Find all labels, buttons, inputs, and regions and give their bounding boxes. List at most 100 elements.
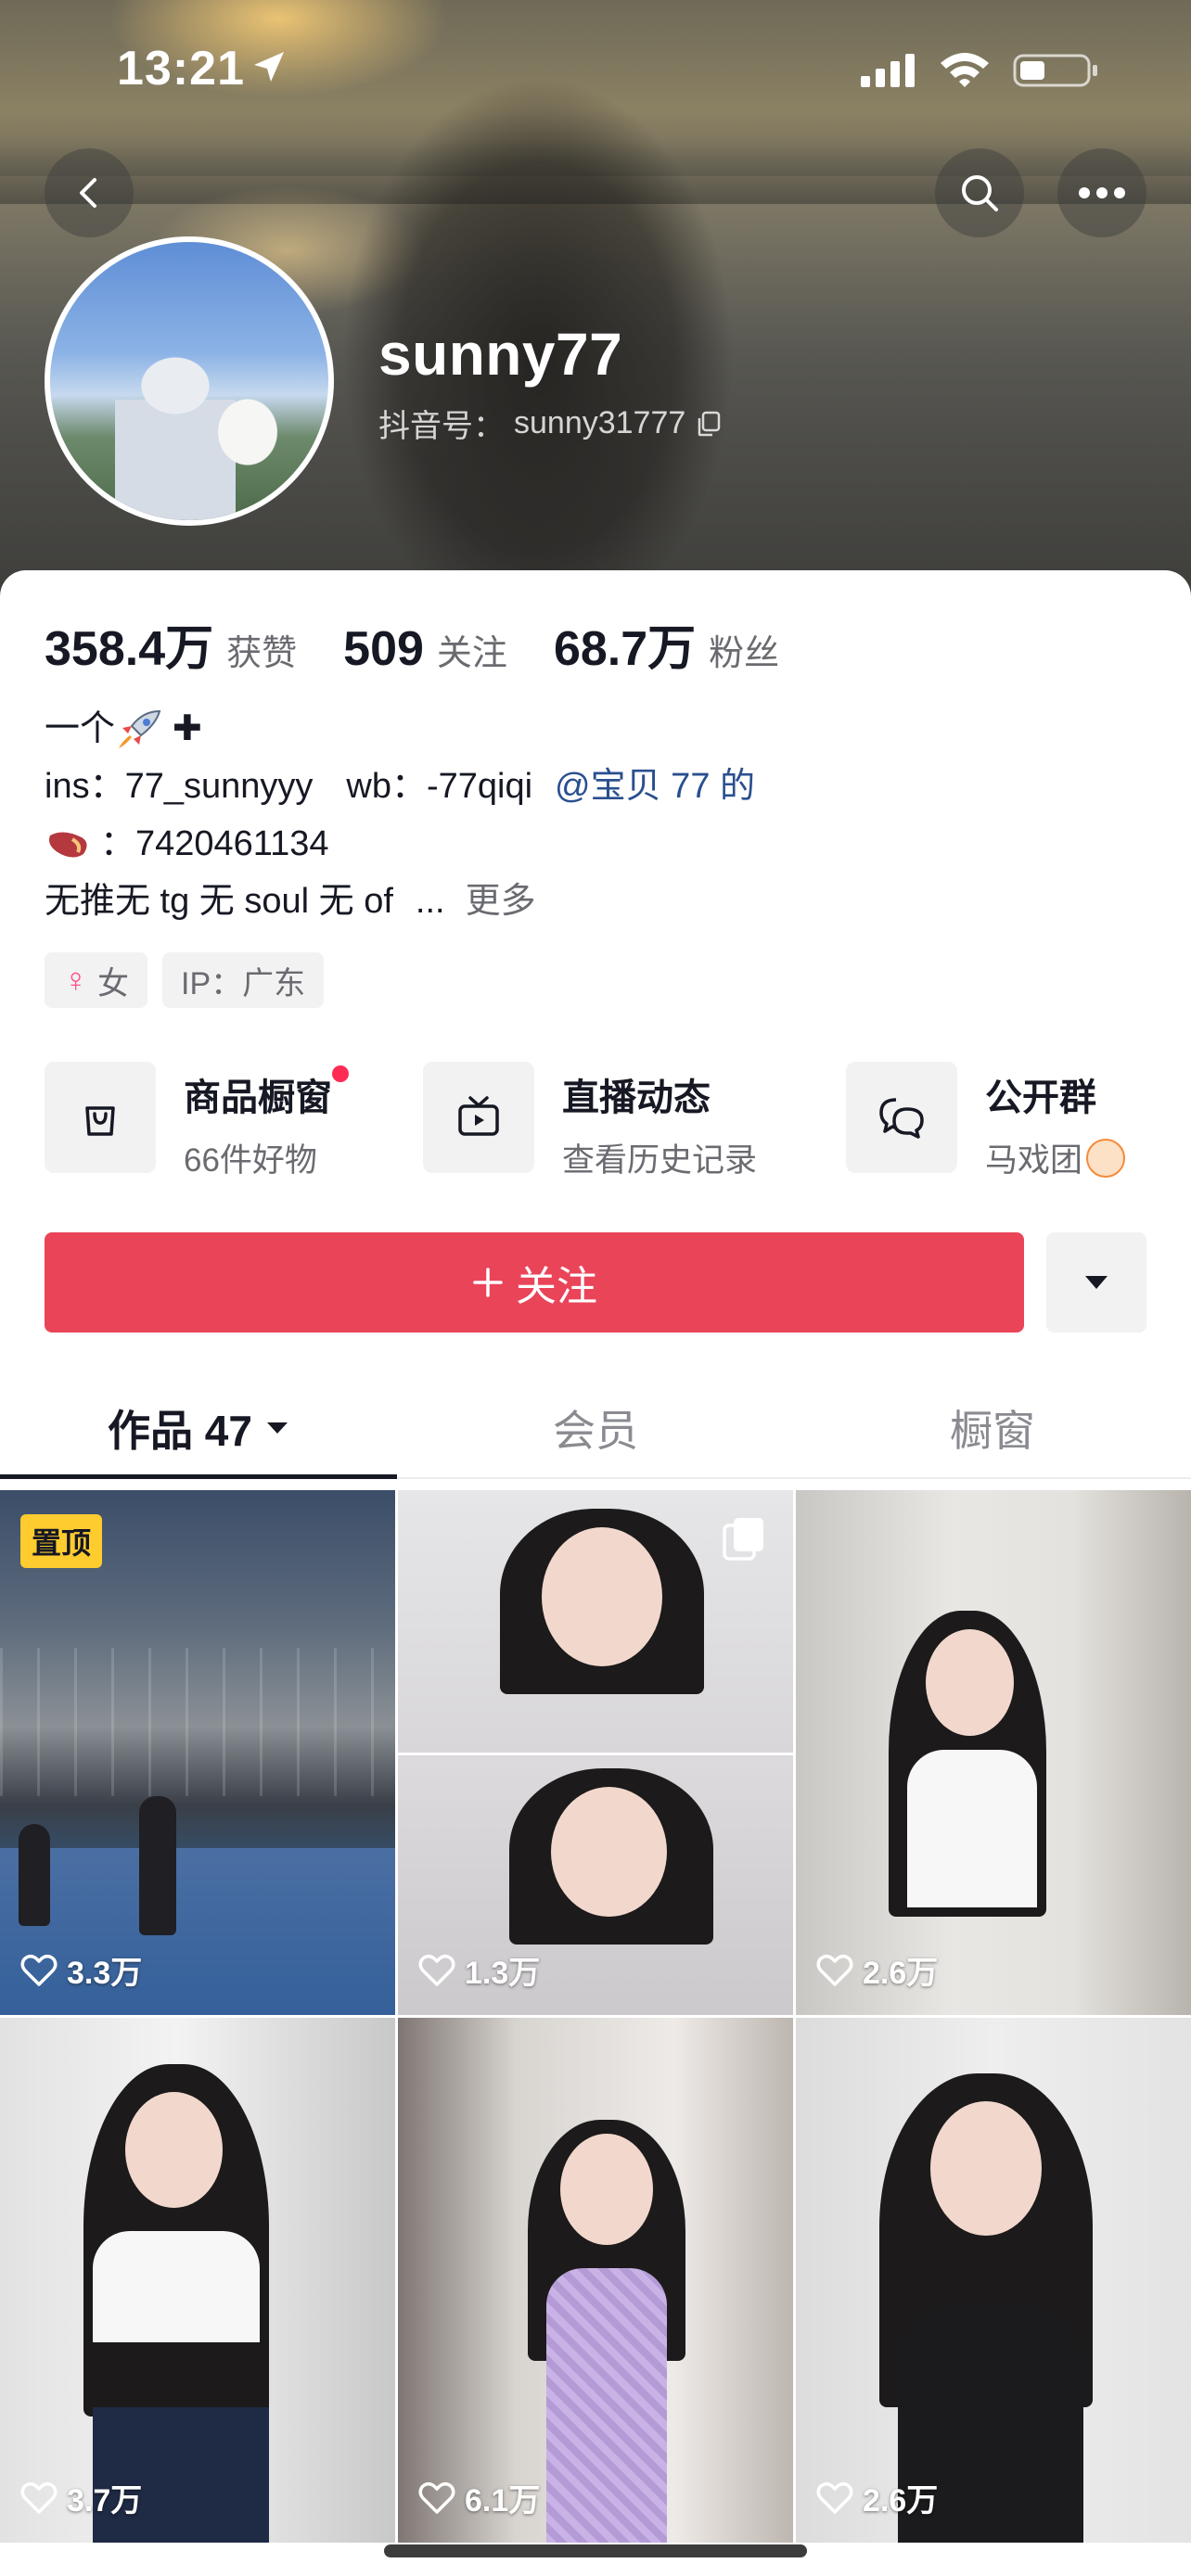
pinned-badge: 置顶 [20, 1514, 103, 1568]
post-thumbnail[interactable]: 1.3万 [398, 1490, 793, 2015]
stat-followers[interactable]: 68.7万 粉丝 [554, 609, 779, 679]
chat-bubbles-icon [879, 1098, 924, 1139]
player-figure [139, 1796, 176, 1935]
follow-button-label: 关注 [516, 1264, 597, 1309]
battery-icon [1013, 54, 1097, 87]
content-tabs: 作品 47 会员 橱窗 [0, 1377, 1191, 1479]
heart-icon [418, 2481, 455, 2514]
stat-following[interactable]: 509 关注 [343, 621, 507, 677]
post-thumbnail[interactable]: 3.7万 [0, 2018, 395, 2543]
tab-works-label: 作品 47 [108, 1407, 252, 1455]
profile-tags: ♀ 女 IP：广东 [45, 952, 325, 1008]
feature-live-text: 直播动态 查看历史记录 [562, 1062, 757, 1181]
collage-divider [398, 1753, 793, 1755]
feature-shop-title: 商品橱窗 [184, 1065, 349, 1121]
profile-bio: 一个 ✚ ins：77_sunnyyy wb：-77qiqi @宝贝 77 的 … [45, 700, 755, 930]
heart-icon [418, 1954, 455, 1986]
player-figure [19, 1824, 50, 1926]
recommend-dropdown-button[interactable] [1046, 1232, 1146, 1333]
more-options-button[interactable] [1057, 148, 1146, 237]
bio-ellipsis: ... [415, 882, 445, 921]
follow-button[interactable]: 关注 [45, 1232, 1024, 1333]
bio-ins: ins：77_sunnyyy [45, 767, 314, 806]
feature-group-subtitle-row: 马戏团 [985, 1134, 1126, 1181]
bio-line-3: ：7420461134 [45, 815, 755, 873]
bio-more-link[interactable]: 更多 [466, 873, 536, 930]
tab-works[interactable]: 作品 47 [0, 1377, 397, 1479]
caret-down-icon [266, 1422, 288, 1434]
post-thumbnail[interactable]: 2.6万 [796, 1490, 1191, 2015]
chevron-left-icon [80, 178, 96, 208]
heart-icon [20, 1954, 58, 1986]
douyin-id-row[interactable]: 抖音号： sunny31777 [378, 401, 723, 446]
tab-shop-window-label: 橱窗 [950, 1407, 1035, 1455]
ip-location-tag: IP：广东 [162, 952, 325, 1008]
caret-down-icon [1085, 1276, 1108, 1289]
figure-face [551, 1787, 667, 1917]
plus-icon [473, 1268, 503, 1297]
search-icon [962, 175, 998, 211]
gender-tag-label: 女 [97, 965, 129, 1001]
stat-likes-label: 获赞 [226, 634, 298, 673]
more-dots-icon [1079, 187, 1125, 198]
heart-icon [816, 2481, 853, 2514]
back-button[interactable] [45, 148, 134, 237]
stat-following-value: 509 [343, 622, 424, 676]
bio-line-1: 一个 ✚ [45, 700, 755, 758]
post-likes: 1.3万 [418, 1947, 540, 1993]
post-thumbnail[interactable]: 置顶 3.3万 [0, 1490, 395, 2015]
feature-group-subtitle: 马戏团 [985, 1142, 1083, 1179]
bio-wb: wb：-77qiqi [346, 767, 533, 806]
clown-emoji-icon [1086, 1138, 1126, 1178]
court-background [0, 1648, 395, 1796]
post-likes: 3.7万 [20, 2475, 142, 2520]
tab-members[interactable]: 会员 [397, 1377, 794, 1479]
post-likes-count: 2.6万 [863, 1956, 939, 1991]
feature-group-title: 公开群 [985, 1078, 1096, 1118]
bio-line-4-text: 无推无 tg 无 soul 无 of [45, 882, 393, 921]
post-thumbnail[interactable]: 6.1万 [398, 2018, 793, 2543]
post-likes-count: 2.6万 [863, 2483, 939, 2519]
home-indicator[interactable] [384, 2544, 807, 2557]
post-likes: 6.1万 [418, 2475, 540, 2520]
bio-mention-link[interactable]: @宝贝 77 的 [555, 758, 755, 815]
figure-face [125, 2092, 223, 2208]
status-bar: 13:21 [0, 0, 1191, 139]
post-likes-count: 6.1万 [465, 2483, 541, 2519]
copy-icon[interactable] [695, 410, 723, 438]
bio-line-3-text: ：7420461134 [100, 824, 329, 863]
post-likes: 2.6万 [816, 1947, 938, 1993]
shopping-bag-icon [85, 1106, 115, 1136]
tab-shop-window[interactable]: 橱窗 [794, 1377, 1191, 1479]
active-tab-indicator [0, 1474, 397, 1479]
avatar[interactable] [45, 236, 334, 526]
bio-line-4: 无推无 tg 无 soul 无 of ... 更多 [45, 873, 755, 930]
profile-stats: 358.4万 获赞 509 关注 68.7万 粉丝 [45, 609, 826, 679]
username: sunny77 [378, 321, 623, 388]
post-likes: 2.6万 [816, 2475, 938, 2520]
feature-shop-window[interactable]: 商品橱窗 66件好物 [45, 1062, 349, 1182]
douyin-id-value: sunny31777 [514, 405, 686, 440]
douyin-id-label: 抖音号： [378, 409, 505, 444]
female-icon: ♀ [63, 961, 88, 999]
status-time: 13:21 [117, 42, 245, 96]
feature-shop-title-text: 商品橱窗 [184, 1078, 332, 1118]
search-button[interactable] [935, 148, 1024, 237]
gender-tag: ♀ 女 [45, 952, 147, 1008]
feature-shop-icon-box [45, 1062, 156, 1173]
multi-image-icon [723, 1518, 763, 1561]
cellular-signal-icon [861, 54, 915, 87]
stat-following-label: 关注 [436, 634, 507, 673]
feature-shop-subtitle: 66件好物 [184, 1142, 317, 1179]
feature-group-text: 公开群 马戏团 [985, 1062, 1126, 1181]
stat-likes[interactable]: 358.4万 获赞 [45, 609, 297, 679]
wifi-icon [941, 53, 989, 87]
post-likes-count: 3.3万 [67, 1956, 143, 1991]
feature-live-icon-box [423, 1062, 534, 1173]
figure-shirt [93, 2231, 260, 2342]
feature-public-group[interactable]: 公开群 马戏团 [846, 1062, 1126, 1182]
location-arrow-icon [254, 52, 284, 82]
post-thumbnail[interactable]: 2.6万 [796, 2018, 1191, 2543]
profile-panel: 358.4万 获赞 509 关注 68.7万 粉丝 一个 ✚ ins：77_su… [0, 570, 1191, 2576]
feature-live-history[interactable]: 直播动态 查看历史记录 [423, 1062, 757, 1182]
